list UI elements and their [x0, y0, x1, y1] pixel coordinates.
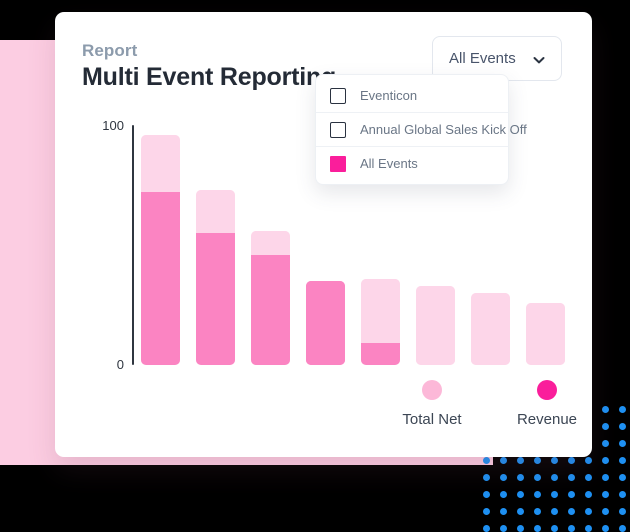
decorative-dot [602, 457, 609, 464]
decorative-dot [517, 508, 524, 515]
event-filter-option[interactable]: Annual Global Sales Kick Off [316, 112, 527, 146]
chart-bar[interactable] [141, 134, 180, 365]
decorative-dot [500, 525, 507, 532]
decorative-dot [602, 406, 609, 413]
chart-bar[interactable] [306, 281, 345, 365]
card-eyebrow: Report [82, 41, 138, 60]
y-axis-line [132, 125, 134, 365]
chart-bar[interactable] [471, 293, 510, 365]
decorative-dot [619, 525, 626, 532]
chart-bar[interactable] [251, 230, 290, 365]
decorative-dot [602, 474, 609, 481]
bar-segment-total-net [251, 230, 290, 255]
decorative-dot [500, 474, 507, 481]
decorative-dot [619, 423, 626, 430]
decorative-dot [534, 508, 541, 515]
chevron-down-icon [533, 53, 545, 65]
decorative-dot [619, 457, 626, 464]
decorative-dot [602, 423, 609, 430]
decorative-dot [517, 491, 524, 498]
checkbox-icon[interactable] [330, 121, 346, 138]
event-filter-option-label: Annual Global Sales Kick Off [360, 122, 527, 137]
legend-item[interactable]: Revenue [492, 380, 602, 428]
decorative-dot [619, 406, 626, 413]
decorative-dot [568, 474, 575, 481]
decorative-dot [619, 440, 626, 447]
decorative-dot [568, 525, 575, 532]
decorative-dot [585, 474, 592, 481]
decorative-dot [568, 508, 575, 515]
decorative-dot [602, 491, 609, 498]
decorative-dot [500, 457, 507, 464]
decorative-dot [483, 474, 490, 481]
event-filter-menu[interactable]: Eventicon Annual Global Sales Kick Off All… [315, 74, 527, 185]
screenshot-stage: Report Multi Event Reporting All Events … [0, 0, 630, 532]
bar-segment-total-net [141, 134, 180, 193]
decorative-dot [602, 508, 609, 515]
bar-segment-total-net [361, 278, 400, 344]
legend-color-dot [422, 380, 442, 400]
decorative-dot [568, 491, 575, 498]
decorative-dot [585, 508, 592, 515]
legend-item[interactable]: Total Net [377, 380, 487, 428]
bar-segment-revenue [306, 281, 345, 365]
chart-bar[interactable] [526, 302, 565, 365]
bar-segment-revenue [141, 192, 180, 365]
y-axis-max-label: 100 [102, 118, 124, 133]
decorative-dot [551, 508, 558, 515]
decorative-dot [517, 457, 524, 464]
decorative-dot [500, 491, 507, 498]
event-filter-option-label: Eventicon [360, 88, 418, 103]
decorative-dot [551, 474, 558, 481]
chart-bar[interactable] [416, 285, 455, 365]
chart-bar[interactable] [361, 278, 400, 365]
y-axis-min-label: 0 [116, 357, 124, 372]
bar-segment-revenue [361, 343, 400, 365]
checkbox-checked-icon[interactable] [330, 155, 346, 172]
decorative-dot [585, 457, 592, 464]
chart-bar[interactable] [196, 189, 235, 365]
decorative-dot [551, 525, 558, 532]
bar-segment-revenue [196, 233, 235, 365]
decorative-dot [619, 508, 626, 515]
legend-color-dot [537, 380, 557, 400]
decorative-dot [551, 457, 558, 464]
bar-segment-total-net [526, 302, 565, 365]
decorative-dot [500, 508, 507, 515]
legend-label: Revenue [516, 411, 578, 428]
decorative-dot [551, 491, 558, 498]
decorative-dot [619, 474, 626, 481]
decorative-dot [483, 525, 490, 532]
decorative-dot [602, 440, 609, 447]
chart-legend: Total Net Revenue [82, 380, 577, 440]
event-filter-option[interactable]: Eventicon [316, 79, 508, 112]
bar-segment-total-net [196, 189, 235, 233]
event-filter-selected-label: All Events [449, 50, 516, 67]
decorative-dot [517, 525, 524, 532]
decorative-dot [602, 525, 609, 532]
decorative-dot [534, 491, 541, 498]
checkbox-icon[interactable] [330, 87, 346, 104]
bar-segment-total-net [471, 293, 510, 365]
event-filter-option-label: All Events [360, 156, 418, 171]
legend-label: Total Net [402, 411, 462, 428]
decorative-dot [568, 457, 575, 464]
decorative-dot [619, 491, 626, 498]
decorative-dot [483, 508, 490, 515]
decorative-dot [585, 525, 592, 532]
decorative-dot [517, 474, 524, 481]
decorative-dot [534, 474, 541, 481]
decorative-dot [585, 491, 592, 498]
decorative-dot [534, 457, 541, 464]
decorative-dot [483, 491, 490, 498]
page-title: Multi Event Reporting [82, 63, 337, 91]
event-filter-option[interactable]: All Events [316, 146, 508, 180]
bar-segment-revenue [251, 254, 290, 365]
decorative-dot [534, 525, 541, 532]
decorative-dot [483, 457, 490, 464]
bar-segment-total-net [416, 285, 455, 365]
